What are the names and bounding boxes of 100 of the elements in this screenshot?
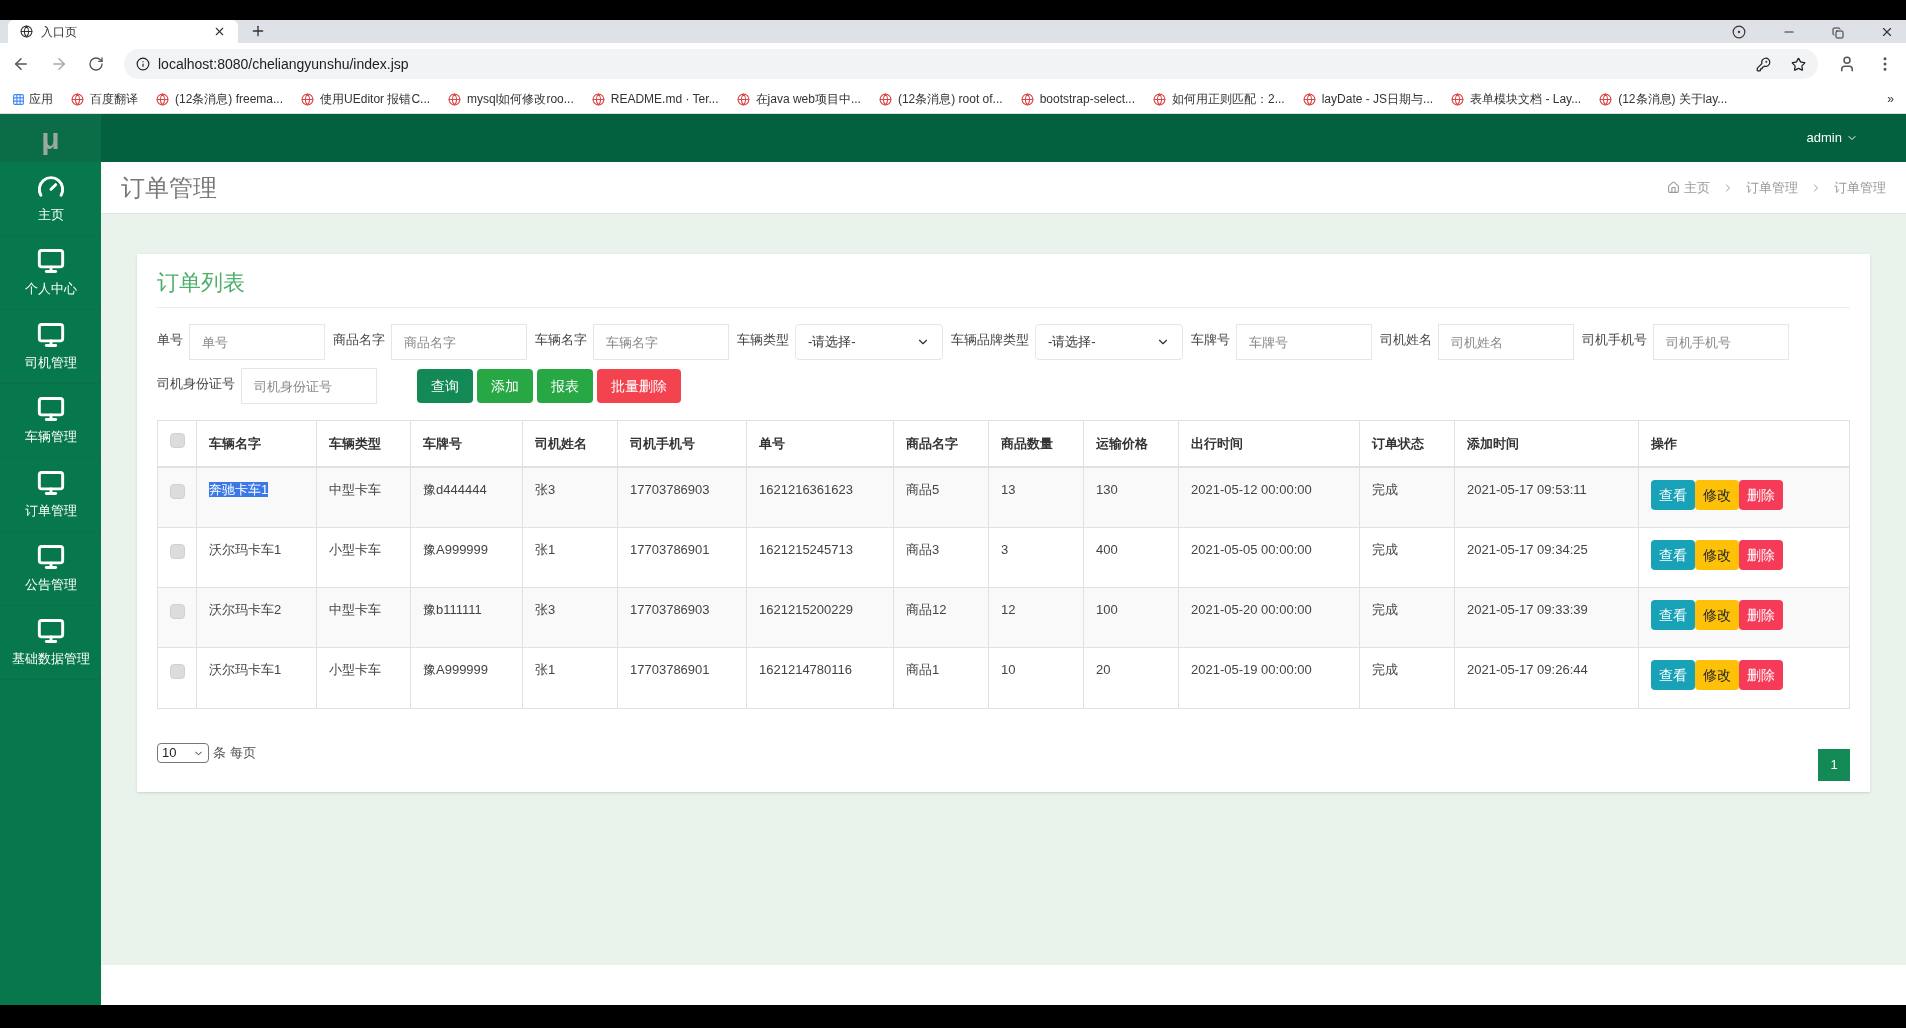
close-icon[interactable] bbox=[213, 25, 226, 38]
address-bar[interactable]: localhost:8080/cheliangyunshu/index.jsp bbox=[124, 49, 1818, 79]
filter-input[interactable]: 司机身份证号 bbox=[241, 368, 377, 404]
reload-icon[interactable] bbox=[88, 56, 104, 72]
globe-icon bbox=[878, 92, 892, 106]
grid-icon bbox=[12, 92, 25, 106]
delete-button[interactable]: 删除 bbox=[1739, 660, 1783, 690]
edit-button[interactable]: 修改 bbox=[1695, 540, 1739, 570]
bookmark-link[interactable]: bootstrap-select... bbox=[1020, 90, 1135, 108]
table-cell: 2021-05-05 00:00:00 bbox=[1191, 542, 1312, 557]
user-menu[interactable]: admin bbox=[1806, 128, 1858, 148]
key-icon[interactable] bbox=[1756, 56, 1771, 72]
table-cell: 沃尔玛卡车1 bbox=[209, 662, 282, 677]
table-cell: 2021-05-17 09:26:44 bbox=[1467, 662, 1588, 677]
column-header: 出行时间 bbox=[1191, 434, 1243, 453]
table-cell: 张3 bbox=[535, 602, 556, 617]
table-cell: 3 bbox=[1001, 542, 1009, 557]
table-cell: 2021-05-17 09:33:39 bbox=[1467, 602, 1588, 617]
column-header: 车辆类型 bbox=[329, 434, 381, 453]
restore-icon[interactable] bbox=[1832, 27, 1844, 39]
filter-label: 车辆品牌类型 bbox=[951, 331, 1029, 349]
bookmark-link[interactable]: 在java web项目中... bbox=[736, 90, 861, 108]
globe-icon bbox=[1020, 92, 1034, 106]
bookmark-link[interactable]: (12条消息) root of... bbox=[878, 90, 1003, 108]
table-cell: 张1 bbox=[535, 542, 556, 557]
table-cell: 17703786901 bbox=[630, 542, 710, 557]
bookmark-link[interactable]: 表单模块文档 - Lay... bbox=[1451, 90, 1582, 108]
more-bookmarks[interactable]: » bbox=[1887, 90, 1894, 108]
checkbox[interactable] bbox=[169, 433, 185, 448]
star-icon[interactable] bbox=[1791, 56, 1806, 72]
profile-menu-icon[interactable] bbox=[1732, 25, 1746, 39]
delete-button[interactable]: 删除 bbox=[1739, 540, 1783, 570]
filter-input[interactable]: 车牌号 bbox=[1236, 324, 1372, 360]
page-size-select[interactable]: 10 bbox=[157, 743, 209, 763]
bookmark-link[interactable]: (12条消息) freema... bbox=[156, 90, 284, 108]
edit-button[interactable]: 修改 bbox=[1695, 600, 1739, 630]
table-cell: 17703786903 bbox=[630, 602, 710, 617]
table-cell: 豫A999999 bbox=[423, 542, 489, 557]
column-header: 操作 bbox=[1651, 434, 1677, 453]
globe-icon bbox=[1599, 92, 1613, 106]
table-cell: 1621215245713 bbox=[759, 542, 853, 557]
delete-button[interactable]: 删除 bbox=[1739, 480, 1783, 510]
table-cell: 商品1 bbox=[906, 662, 940, 677]
table-cell: 商品3 bbox=[906, 542, 940, 557]
table-cell: 12 bbox=[1001, 602, 1016, 617]
table-cell: 小型卡车 bbox=[329, 662, 381, 677]
new-tab-icon[interactable] bbox=[250, 23, 266, 39]
bookmark-link[interactable]: 百度翻译 bbox=[71, 90, 138, 108]
filter-select[interactable]: -请选择- bbox=[1035, 324, 1183, 360]
table-cell: 完成 bbox=[1372, 482, 1398, 497]
filter-label: 单号 bbox=[157, 331, 183, 349]
table-cell: 商品12 bbox=[906, 602, 947, 617]
apps-link[interactable]: 应用 bbox=[12, 90, 53, 108]
checkbox[interactable] bbox=[169, 544, 185, 559]
column-header: 添加时间 bbox=[1467, 434, 1519, 453]
table-cell: 2021-05-20 00:00:00 bbox=[1191, 602, 1312, 617]
filter-input[interactable]: 商品名字 bbox=[391, 324, 527, 360]
bookmark-link[interactable]: (12条消息) 关于lay... bbox=[1599, 90, 1728, 108]
column-header: 车辆名字 bbox=[209, 434, 261, 453]
bookmark-link[interactable]: README.md · Ter... bbox=[591, 90, 719, 108]
table-cell: 完成 bbox=[1372, 662, 1398, 677]
card-title: 订单列表 bbox=[157, 266, 1850, 308]
page-button[interactable]: 1 bbox=[1818, 749, 1850, 781]
action-button[interactable]: 批量删除 bbox=[597, 369, 681, 403]
globe-icon bbox=[71, 92, 84, 106]
filter-input[interactable]: 司机姓名 bbox=[1438, 324, 1574, 360]
column-header: 订单状态 bbox=[1372, 434, 1424, 453]
monitor-icon bbox=[36, 320, 65, 349]
column-header: 单号 bbox=[759, 434, 785, 453]
checkbox[interactable] bbox=[169, 604, 185, 619]
table-cell: 130 bbox=[1096, 482, 1118, 497]
checkbox[interactable] bbox=[169, 484, 185, 499]
table-cell: 2021-05-17 09:34:25 bbox=[1467, 542, 1588, 557]
bookmark-link[interactable]: 使用UEditor 报错C... bbox=[301, 90, 431, 108]
home-icon bbox=[1667, 181, 1680, 194]
bookmark-link[interactable]: layDate - JS日期与... bbox=[1302, 90, 1434, 108]
filter-input[interactable]: 单号 bbox=[189, 324, 325, 360]
action-button[interactable]: 查询 bbox=[417, 369, 473, 403]
table-cell: 2021-05-17 09:53:11 bbox=[1467, 482, 1587, 497]
edit-button[interactable]: 修改 bbox=[1695, 480, 1739, 510]
globe-icon bbox=[736, 92, 750, 106]
filter-input[interactable]: 司机手机号 bbox=[1653, 324, 1789, 360]
filter-select[interactable]: -请选择- bbox=[795, 324, 943, 360]
column-header: 司机手机号 bbox=[630, 434, 695, 453]
monitor-icon bbox=[36, 246, 65, 275]
profile-icon[interactable] bbox=[1838, 55, 1856, 73]
table-cell: 1621214780116 bbox=[759, 662, 853, 677]
back-icon[interactable] bbox=[12, 55, 30, 73]
filter-label: 商品名字 bbox=[333, 331, 385, 349]
delete-button[interactable]: 删除 bbox=[1739, 600, 1783, 630]
browser-tab[interactable]: 入口页 bbox=[8, 20, 238, 43]
checkbox[interactable] bbox=[169, 664, 185, 679]
filter-input[interactable]: 车辆名字 bbox=[593, 324, 729, 360]
globe-icon bbox=[20, 25, 33, 38]
table-cell: 奔驰卡车1 bbox=[209, 482, 269, 497]
edit-button[interactable]: 修改 bbox=[1695, 660, 1739, 690]
column-header: 司机姓名 bbox=[535, 434, 587, 453]
bookmark-link[interactable]: 如何用正则匹配：2... bbox=[1153, 90, 1285, 108]
bookmark-link[interactable]: mysql如何修改roo... bbox=[448, 90, 574, 108]
close-window-icon[interactable] bbox=[1880, 25, 1894, 39]
